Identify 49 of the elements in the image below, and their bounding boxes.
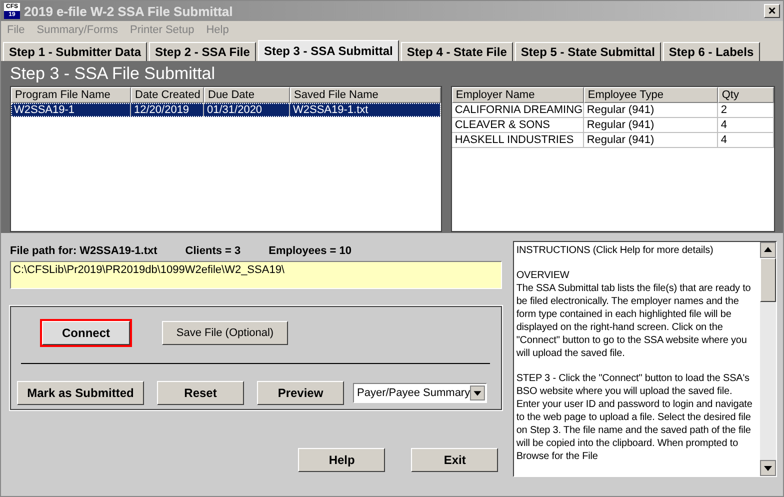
table-cell: 01/31/2020 xyxy=(204,103,290,117)
table-cell: W2SSA19-1 xyxy=(11,103,131,117)
column-header[interactable]: Qty xyxy=(718,87,774,103)
action-button[interactable]: Save File (Optional) xyxy=(162,321,288,345)
file-path-label: File path for: W2SSA19-1.txt xyxy=(10,245,158,257)
tab[interactable]: Step 6 - Labels xyxy=(662,42,760,61)
table-cell: Regular (941) xyxy=(584,118,718,132)
tab[interactable]: Step 1 - Submitter Data xyxy=(3,42,148,61)
scrollbar[interactable] xyxy=(760,242,776,476)
column-header[interactable]: Saved File Name xyxy=(290,87,441,103)
table-row[interactable]: W2SSA19-1 12/20/2019 01/31/2020 W2SSA19-1.txt xyxy=(11,103,441,117)
instructions-text: STEP 3 - Click the "Connect" button to load the SSA's BSO website where you will upload the saved file. Enter your user ID and password to login and navigate to the web page to upload a file. Select the desired file on Step 3. The file name and the saved path of the file will be copied into the clipboard. When prompted to Browse for the File xyxy=(516,372,754,463)
table-cell: Regular (941) xyxy=(584,103,718,117)
clients-count: Clients = 3 xyxy=(185,245,241,257)
footer-button[interactable]: Help xyxy=(298,448,386,472)
report-dropdown[interactable]: Payer/Payee Summary xyxy=(353,383,487,403)
column-header[interactable]: Due Date xyxy=(204,87,290,103)
action-button[interactable]: Reset xyxy=(157,381,244,405)
employees-count: Employees = 10 xyxy=(268,245,352,257)
column-header[interactable]: Program File Name xyxy=(11,87,131,103)
table-cell: 12/20/2019 xyxy=(131,103,204,117)
tab[interactable]: Step 2 - SSA File xyxy=(149,42,256,61)
instructions-text: OVERVIEW The SSA Submittal tab lists the file(s) that are ready to be filed electronically. The employer names and the form type contained in each highlighted file will be displayed on the right-hand screen. Click on the "Connect" button to go to the SSA website where you will upload the saved file. xyxy=(516,269,752,360)
action-button[interactable]: Connect xyxy=(42,321,130,345)
action-button[interactable]: Mark as Submitted xyxy=(17,381,144,405)
table-cell: CALIFORNIA DREAMING xyxy=(452,103,584,117)
table-cell: CLEAVER & SONS xyxy=(452,118,584,132)
scroll-up-icon[interactable] xyxy=(760,242,776,258)
column-header[interactable]: Date Created xyxy=(131,87,204,103)
scroll-down-icon[interactable] xyxy=(760,460,776,476)
scroll-thumb[interactable] xyxy=(760,258,776,302)
table-cell: 4 xyxy=(718,133,774,147)
table-cell: W2SSA19-1.txt xyxy=(290,103,441,117)
tab[interactable]: Step 5 - State Submittal xyxy=(514,42,661,61)
instructions-text: INSTRUCTIONS (Click Help for more details) xyxy=(516,244,714,257)
table-cell: 2 xyxy=(718,103,774,117)
table-cell: Regular (941) xyxy=(584,133,718,147)
footer-button[interactable]: Exit xyxy=(411,448,498,472)
tab[interactable]: Step 4 - State File xyxy=(400,42,513,61)
table-cell: 4 xyxy=(718,118,774,132)
tab[interactable]: Step 3 - SSA Submittal xyxy=(258,40,399,61)
column-header[interactable]: Employer Name xyxy=(452,87,584,103)
action-button[interactable]: Preview xyxy=(257,381,344,405)
close-button[interactable]: × xyxy=(764,4,780,18)
page-title: Step 3 - SSA File Submittal xyxy=(10,64,216,84)
file-path-field[interactable]: C:\CFSLib\Pr2019\PR2019db\1099W2efile\W2_SSA19\ xyxy=(10,261,502,289)
column-header[interactable]: Employee Type xyxy=(584,87,718,103)
table-cell: HASKELL INDUSTRIES xyxy=(452,133,584,147)
window-title: 2019 e-file W-2 SSA File Submittal xyxy=(24,4,234,18)
